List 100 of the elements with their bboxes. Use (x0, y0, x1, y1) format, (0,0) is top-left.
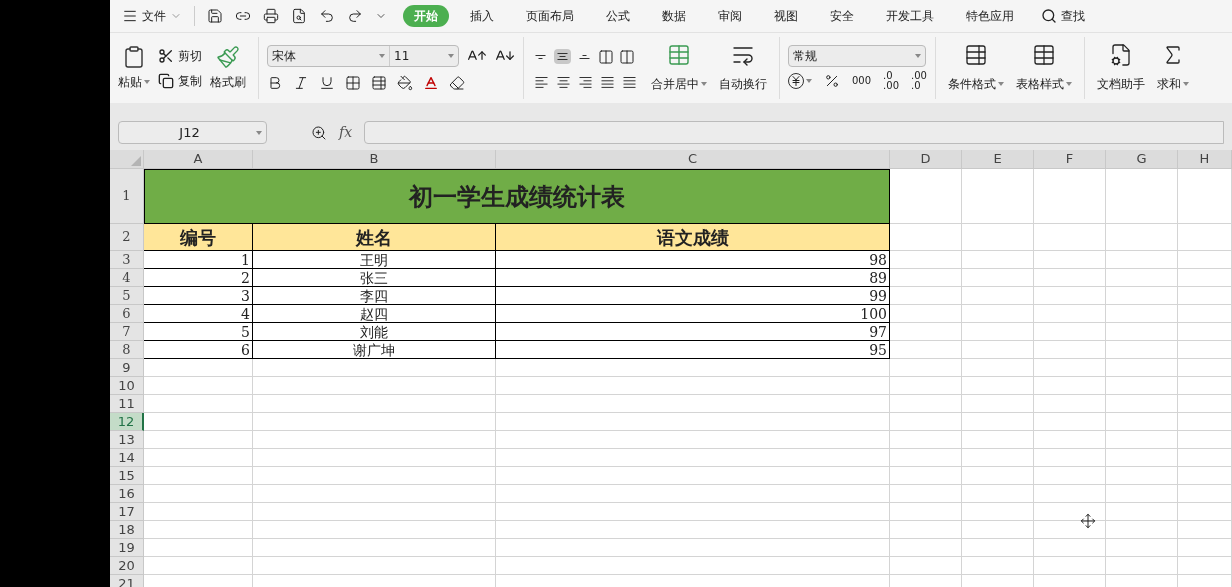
redo-icon[interactable] (347, 8, 363, 24)
row-number[interactable]: 20 (110, 557, 144, 575)
align-right-icon[interactable] (579, 76, 592, 88)
move-cursor-icon (1080, 513, 1096, 529)
cell-style-icon[interactable] (371, 75, 387, 91)
wrap-text-button[interactable]: 自动换行 (719, 43, 767, 93)
yen-icon (790, 75, 802, 87)
row-number[interactable]: 2 (110, 224, 144, 251)
table-cell: 2 (144, 269, 253, 287)
table-cell: 97 (496, 323, 890, 341)
preview-icon[interactable] (291, 8, 307, 24)
table-cell: 3 (144, 287, 253, 305)
row-number[interactable]: 3 (110, 251, 144, 269)
caret-icon (997, 82, 1004, 86)
copy-button[interactable]: 复制 (158, 71, 202, 90)
table-cell: 王明 (253, 251, 496, 269)
increase-decimal-button[interactable]: .0 .00 (883, 71, 899, 91)
bold-icon[interactable] (267, 75, 283, 91)
merge-cells-icon (667, 43, 691, 67)
eraser-icon[interactable] (449, 75, 465, 91)
border-icon[interactable] (345, 75, 361, 91)
format-painter-button[interactable]: 格式刷 (210, 45, 246, 91)
copy-icon (158, 72, 174, 89)
ribbon-tab[interactable]: 插入 (459, 5, 505, 27)
sum-button[interactable]: 求和 (1156, 43, 1189, 93)
align-left-icon[interactable] (535, 76, 548, 88)
paste-button[interactable]: 粘贴 (118, 45, 150, 91)
row-number[interactable]: 9 (110, 359, 144, 377)
row-number[interactable]: 4 (110, 269, 144, 287)
ribbon-tab[interactable]: 数据 (651, 5, 697, 27)
merge-center-button[interactable]: 合并居中 (651, 43, 707, 93)
ribbon-tab[interactable]: 公式 (595, 5, 641, 27)
row-number[interactable]: 11 (110, 395, 144, 413)
align-center-icon[interactable] (557, 76, 570, 88)
row-number[interactable]: 12 (110, 413, 144, 431)
align-justify-icon[interactable] (601, 76, 614, 88)
underline-icon[interactable] (319, 75, 335, 91)
table-cell: 89 (496, 269, 890, 287)
ribbon-tab[interactable]: 特色应用 (955, 5, 1025, 27)
doc-helper-button[interactable]: 文档助手 (1096, 43, 1145, 93)
table-style-button[interactable]: 表格样式 (1015, 43, 1072, 93)
table-cell: 刘能 (253, 323, 496, 341)
save-icon[interactable] (207, 8, 223, 24)
menu-icon (122, 8, 138, 24)
row-number[interactable]: 5 (110, 287, 144, 305)
middle-align-icon (557, 52, 568, 61)
table-cell: 100 (496, 305, 890, 323)
ribbon-tab[interactable]: 开发工具 (875, 5, 945, 27)
row-number[interactable]: 7 (110, 323, 144, 341)
conditional-format-button[interactable]: 条件格式 (947, 43, 1004, 93)
row-number[interactable]: 17 (110, 503, 144, 521)
caret-icon (1182, 82, 1189, 86)
caret-icon (256, 130, 262, 135)
caret-icon (806, 79, 812, 83)
row-number[interactable]: 14 (110, 449, 144, 467)
row-number[interactable]: 21 (110, 575, 144, 587)
table-cell: 99 (496, 287, 890, 305)
align-justify-icon[interactable] (623, 76, 636, 88)
search-button[interactable]: 查找 (1041, 7, 1085, 25)
cut-button[interactable]: 剪切 (158, 46, 202, 65)
table-cell: 张三 (253, 269, 496, 287)
thousands-separator-button[interactable]: 000 (852, 76, 872, 86)
bottom-align-icon (579, 53, 590, 60)
vertical-align-button[interactable] (554, 49, 571, 64)
file-menu[interactable]: 文件 (122, 7, 182, 25)
number-format-field[interactable]: 常规 (788, 45, 926, 67)
formula-input[interactable] (364, 121, 1224, 144)
table-title: 初一学生成绩统计表 (144, 169, 890, 224)
ribbon-tab[interactable]: 安全 (819, 5, 865, 27)
ribbon-tab[interactable]: 审阅 (707, 5, 753, 27)
function-label[interactable]: fx (339, 122, 353, 143)
table-cell: 98 (496, 251, 890, 269)
decrease-decimal-button[interactable]: .00 .0 (911, 71, 927, 91)
row-number[interactable]: 15 (110, 467, 144, 485)
italic-icon[interactable] (293, 75, 309, 91)
row-number[interactable]: 16 (110, 485, 144, 503)
caret-icon (915, 54, 921, 58)
percent-icon[interactable] (824, 73, 840, 89)
row-number[interactable]: 13 (110, 431, 144, 449)
fill-color-icon[interactable] (397, 75, 413, 91)
caret-icon (701, 82, 707, 86)
table-icon (1031, 43, 1056, 67)
zoom-icon[interactable] (311, 124, 327, 141)
undo-icon[interactable] (319, 8, 335, 24)
select-all-icon[interactable] (131, 156, 141, 166)
row-number[interactable]: 1 (110, 169, 144, 224)
row-number[interactable]: 6 (110, 305, 144, 323)
ribbon-tab[interactable]: 视图 (763, 5, 809, 27)
name-box[interactable]: J12 (118, 121, 267, 144)
paintbrush-icon (216, 45, 240, 69)
row-number[interactable]: 18 (110, 521, 144, 539)
row-number[interactable]: 19 (110, 539, 144, 557)
font-color-icon[interactable] (423, 75, 439, 91)
row-number[interactable]: 8 (110, 341, 144, 359)
caret-icon (1065, 82, 1072, 86)
print-icon[interactable] (263, 8, 279, 24)
table-cell: 李四 (253, 287, 496, 305)
scissors-icon (158, 47, 174, 64)
row-number[interactable]: 10 (110, 377, 144, 395)
ribbon-tab[interactable]: 页面布局 (515, 5, 585, 27)
